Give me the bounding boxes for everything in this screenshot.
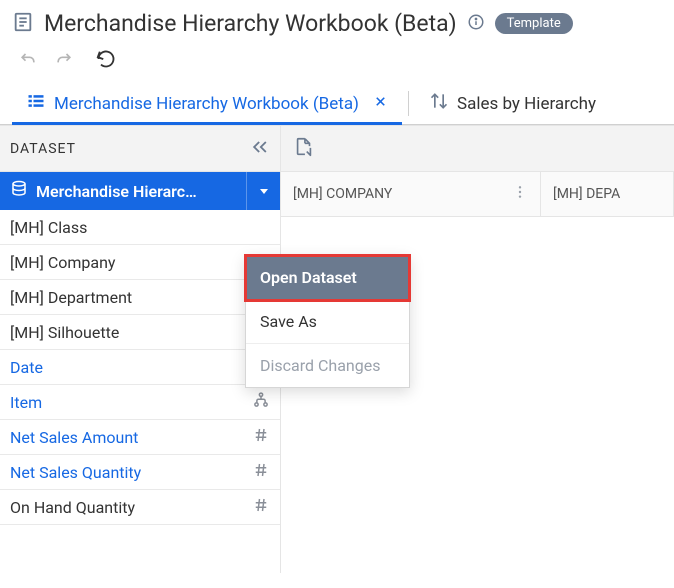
field-row[interactable]: [MH] Department <box>0 280 280 315</box>
dataset-caret[interactable] <box>246 172 280 210</box>
sidebar-title: DATASET <box>10 141 76 157</box>
field-name: [MH] Class <box>10 218 87 237</box>
field-list: [MH] Class [MH] Company [MH] Department [MH… <box>0 210 280 525</box>
page-title: Merchandise Hierarchy Workbook (Beta) <box>44 10 457 37</box>
main-toolbar <box>281 126 674 172</box>
collapse-button[interactable] <box>250 137 270 161</box>
field-name: Net Sales Quantity <box>10 463 141 482</box>
menu-item-open-dataset[interactable]: Open Dataset <box>246 256 409 300</box>
field-row[interactable]: Net Sales Quantity <box>0 455 280 490</box>
tab-label: Merchandise Hierarchy Workbook (Beta) <box>54 94 359 114</box>
dataset-menu: Open DatasetSave AsDiscard Changes <box>245 255 410 388</box>
history-toolbar <box>0 43 674 83</box>
workbook-icon <box>12 11 34 37</box>
column-headers: [MH] COMPANY [MH] DEPA <box>281 172 674 217</box>
list-icon <box>26 91 46 116</box>
info-icon[interactable] <box>467 13 485 35</box>
field-name: On Hand Quantity <box>10 498 135 517</box>
template-badge: Template <box>495 13 573 34</box>
hierarchy-icon <box>252 391 270 413</box>
field-name: [MH] Silhouette <box>10 323 119 342</box>
header-bar: Merchandise Hierarchy Workbook (Beta) Te… <box>0 0 674 43</box>
dataset-name: Merchandise Hierarc… <box>36 182 197 201</box>
hash-icon <box>252 461 270 483</box>
field-name: Date <box>10 358 43 377</box>
dataset-selector[interactable]: Merchandise Hierarc… <box>0 172 280 210</box>
tab-label: Sales by Hierarchy <box>457 94 596 114</box>
sort-icon <box>429 91 449 116</box>
close-icon[interactable] <box>373 94 388 114</box>
add-column-button[interactable] <box>293 136 315 162</box>
refresh-button[interactable] <box>96 49 116 73</box>
column-label: [MH] DEPA <box>553 186 620 202</box>
redo-button[interactable] <box>54 49 74 73</box>
field-row[interactable]: Date <box>0 350 280 385</box>
field-row[interactable]: Item <box>0 385 280 420</box>
sidebar: DATASET Merchandise Hierarc… [MH] Class[… <box>0 126 281 573</box>
field-row[interactable]: On Hand Quantity <box>0 490 280 525</box>
field-row[interactable]: Net Sales Amount <box>0 420 280 455</box>
field-row[interactable]: [MH] Class <box>0 210 280 245</box>
tab-workbook[interactable]: Merchandise Hierarchy Workbook (Beta) <box>12 83 402 124</box>
column-header[interactable]: [MH] COMPANY <box>281 172 541 216</box>
column-label: [MH] COMPANY <box>293 186 392 202</box>
hash-icon <box>252 496 270 518</box>
hash-icon <box>252 426 270 448</box>
database-icon <box>10 180 28 202</box>
menu-item-discard-changes: Discard Changes <box>246 344 409 387</box>
field-row[interactable]: [MH] Company <box>0 245 280 280</box>
tab-sales[interactable]: Sales by Hierarchy <box>415 83 610 124</box>
field-name: [MH] Company <box>10 253 116 272</box>
tab-separator <box>408 91 409 116</box>
menu-item-save-as[interactable]: Save As <box>246 300 409 344</box>
column-header[interactable]: [MH] DEPA <box>541 172 674 216</box>
field-row[interactable]: [MH] Silhouette <box>0 315 280 350</box>
more-icon[interactable] <box>512 184 528 204</box>
field-name: Net Sales Amount <box>10 428 138 447</box>
tabs-bar: Merchandise Hierarchy Workbook (Beta) Sa… <box>0 83 674 125</box>
field-name: [MH] Department <box>10 288 132 307</box>
sidebar-header: DATASET <box>0 126 280 172</box>
field-name: Item <box>10 393 42 412</box>
undo-button[interactable] <box>18 49 38 73</box>
